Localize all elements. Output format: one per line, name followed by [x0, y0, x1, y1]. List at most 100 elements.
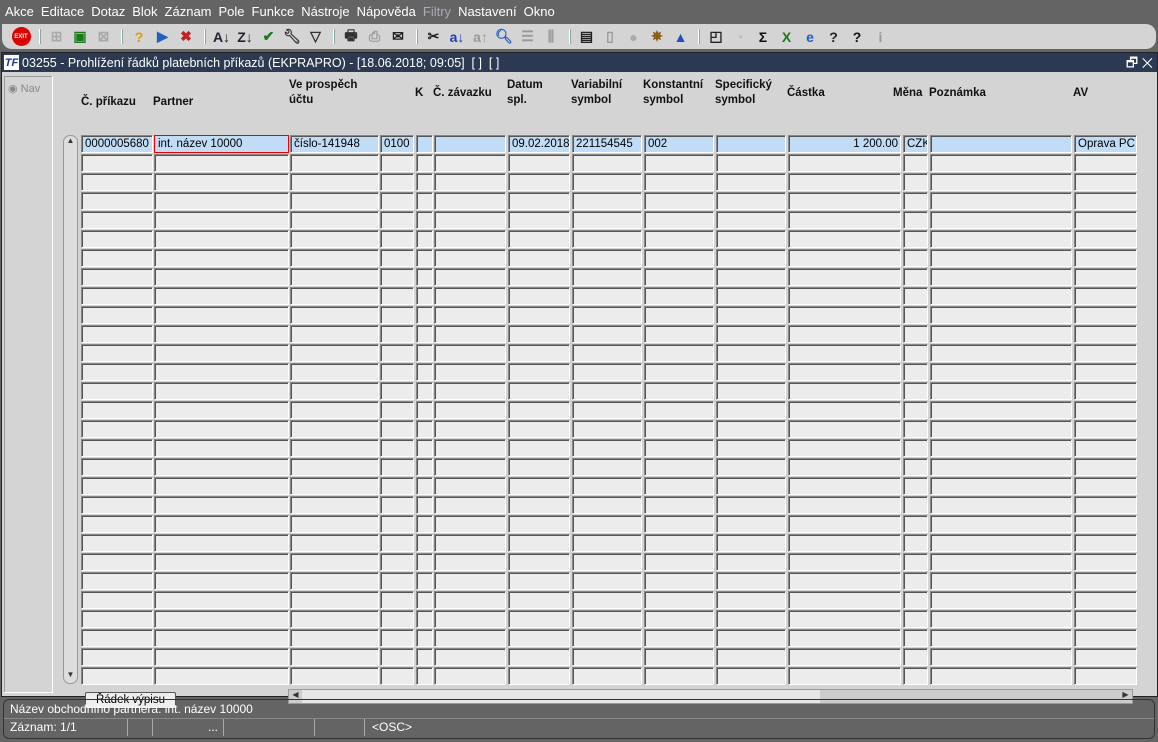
grid-cell[interactable] — [930, 268, 1072, 286]
grid-cell[interactable] — [788, 154, 901, 172]
grid-cell[interactable] — [508, 306, 570, 324]
grid-cell[interactable] — [572, 382, 642, 400]
grid-cell[interactable] — [290, 553, 379, 571]
grid-cell[interactable] — [644, 401, 714, 419]
grid-cell[interactable] — [380, 591, 414, 609]
grid-cell[interactable] — [508, 249, 570, 267]
grid-cell[interactable] — [416, 553, 433, 571]
grid-cell[interactable] — [903, 287, 928, 305]
grid-cell[interactable] — [1074, 610, 1137, 628]
grid-cell[interactable] — [930, 363, 1072, 381]
grid-cell[interactable] — [290, 173, 379, 191]
grid-cell[interactable] — [380, 363, 414, 381]
sum-icon[interactable]: Σ — [752, 27, 774, 47]
grid-cell[interactable] — [416, 458, 433, 476]
grid-cell[interactable] — [290, 610, 379, 628]
grid-cell[interactable] — [644, 382, 714, 400]
grid-cell[interactable] — [416, 306, 433, 324]
menu-7[interactable]: Nástroje — [301, 4, 349, 19]
grid-cell[interactable] — [434, 287, 506, 305]
grid-cell[interactable] — [1074, 553, 1137, 571]
grid-cell[interactable] — [1074, 439, 1137, 457]
grid-cell[interactable] — [930, 515, 1072, 533]
grid-cell[interactable] — [434, 629, 506, 647]
grid-cell[interactable] — [572, 154, 642, 172]
grid-cell[interactable] — [508, 382, 570, 400]
grid-cell[interactable] — [380, 154, 414, 172]
grid-cell[interactable] — [930, 610, 1072, 628]
grid-cell[interactable] — [903, 420, 928, 438]
grid-cell[interactable] — [416, 439, 433, 457]
grid-cell[interactable] — [416, 496, 433, 514]
grid-cell[interactable] — [508, 230, 570, 248]
grid-cell[interactable] — [380, 249, 414, 267]
grid-cell[interactable] — [572, 610, 642, 628]
grid-cell[interactable] — [434, 249, 506, 267]
grid-cell[interactable] — [380, 230, 414, 248]
grid-cell[interactable]: 09.02.2018 — [508, 135, 570, 153]
grid-cell[interactable] — [81, 534, 153, 552]
grid-cell[interactable] — [81, 610, 153, 628]
grid-cell[interactable] — [788, 325, 901, 343]
grid-cell[interactable] — [930, 439, 1072, 457]
grid-cell[interactable] — [81, 477, 153, 495]
grid-cell[interactable] — [1074, 591, 1137, 609]
grid-cell[interactable] — [508, 477, 570, 495]
grid-cell[interactable] — [644, 173, 714, 191]
grid-cell[interactable] — [290, 439, 379, 457]
grid-cell[interactable] — [1074, 496, 1137, 514]
grid-cell[interactable] — [572, 344, 642, 362]
grid-cell[interactable] — [81, 648, 153, 666]
grid-cell[interactable] — [380, 192, 414, 210]
grid-cell[interactable] — [716, 154, 786, 172]
grid-cell[interactable] — [644, 211, 714, 229]
grid-cell[interactable] — [903, 268, 928, 286]
restore-window-button[interactable]: 🗗 — [1126, 55, 1138, 70]
copy-up-icon[interactable]: a↑ — [470, 27, 492, 47]
grid-cell[interactable] — [434, 648, 506, 666]
grid-cell[interactable]: 1 200.00 — [788, 135, 901, 153]
menu-5[interactable]: Pole — [219, 4, 245, 19]
grid-cell[interactable] — [903, 515, 928, 533]
grid-cell[interactable] — [290, 230, 379, 248]
grid-cell[interactable] — [154, 249, 289, 267]
grid-cell[interactable] — [930, 192, 1072, 210]
grid-cell[interactable] — [903, 211, 928, 229]
close-window-button[interactable]: ✕ — [1142, 55, 1153, 70]
grid-cell[interactable] — [380, 458, 414, 476]
grid-cell[interactable] — [644, 439, 714, 457]
excel-icon[interactable]: X — [776, 27, 798, 47]
grid-cell[interactable] — [154, 401, 289, 419]
grid-cell[interactable] — [930, 249, 1072, 267]
grid-cell[interactable] — [434, 230, 506, 248]
grid-cell[interactable]: CZK — [903, 135, 928, 153]
grid-cell[interactable] — [434, 439, 506, 457]
grid-cell[interactable] — [903, 572, 928, 590]
grid-cell[interactable] — [788, 572, 901, 590]
grid-cell[interactable] — [788, 553, 901, 571]
help-icon[interactable]: ? — [823, 27, 845, 47]
grid-cell[interactable] — [508, 458, 570, 476]
grid-cell[interactable] — [930, 572, 1072, 590]
export-icon[interactable]: ▤ — [576, 27, 598, 47]
grid-cell[interactable] — [434, 363, 506, 381]
grid-cell[interactable] — [380, 648, 414, 666]
grid-cell[interactable] — [290, 268, 379, 286]
grid-cell[interactable] — [81, 439, 153, 457]
grid-cell[interactable] — [572, 401, 642, 419]
grid-cell[interactable] — [290, 192, 379, 210]
grid-cell[interactable] — [290, 667, 379, 685]
grid-cell[interactable] — [81, 211, 153, 229]
info-icon[interactable]: i — [870, 27, 892, 47]
grid-cell[interactable] — [1074, 344, 1137, 362]
grid-cell[interactable] — [1074, 325, 1137, 343]
grid-cell[interactable] — [572, 629, 642, 647]
grid-cell[interactable] — [508, 420, 570, 438]
grid-cell[interactable] — [788, 230, 901, 248]
grid-cell[interactable] — [81, 287, 153, 305]
grid-cell[interactable] — [154, 648, 289, 666]
grid-cell[interactable] — [903, 458, 928, 476]
grid-cell[interactable] — [154, 439, 289, 457]
grid-cell[interactable] — [572, 325, 642, 343]
grid-cell[interactable] — [1074, 648, 1137, 666]
